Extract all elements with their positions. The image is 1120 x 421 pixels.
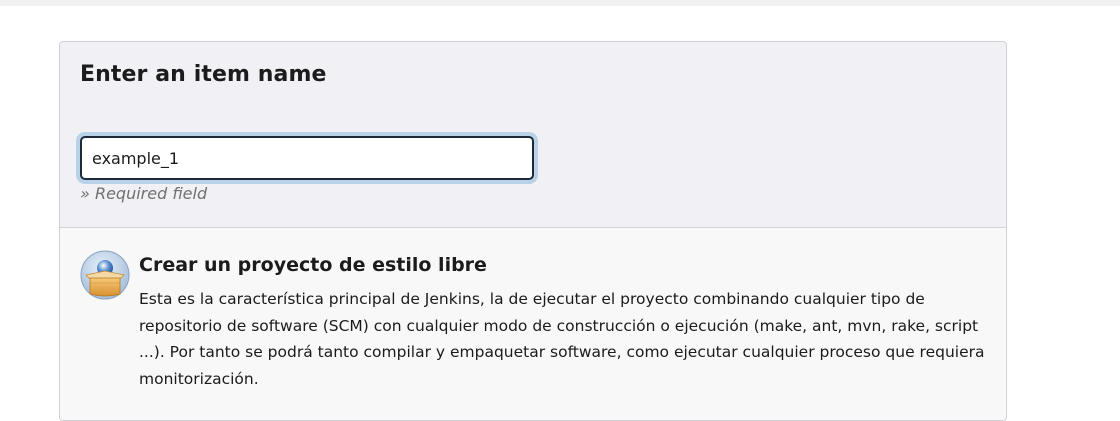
new-item-panel: Enter an item name » Required field — [59, 41, 1007, 421]
item-name-section: Enter an item name » Required field — [60, 42, 1006, 228]
page-title: Enter an item name — [80, 62, 327, 87]
freestyle-project-icon — [80, 250, 130, 300]
item-name-input[interactable] — [80, 136, 534, 180]
item-type-description: Esta es la característica principal de J… — [139, 290, 985, 388]
item-type-label: Crear un proyecto de estilo libre — [139, 254, 487, 276]
item-type-option[interactable]: Crear un proyecto de estilo libre Esta e… — [60, 228, 1006, 420]
top-bar — [0, 0, 1120, 6]
required-field-note: » Required field — [80, 184, 208, 203]
